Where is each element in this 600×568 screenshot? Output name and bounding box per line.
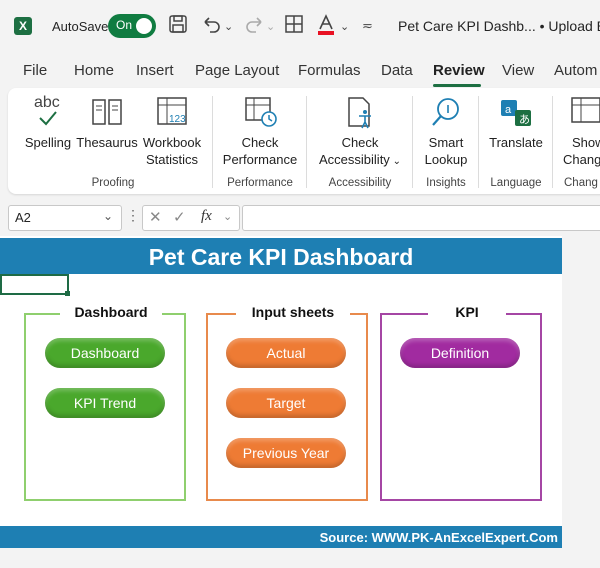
tab-automate[interactable]: Autom — [554, 62, 597, 79]
undo-icon[interactable] — [200, 14, 222, 39]
selected-cell[interactable] — [0, 274, 70, 296]
source-text: Source: WWW.PK-AnExcelExpert.Com — [319, 530, 558, 545]
dashboard-section-title: Dashboard — [60, 304, 162, 320]
group-label-changes: Chang — [564, 177, 598, 189]
font-color-icon[interactable] — [316, 14, 336, 41]
tab-data[interactable]: Data — [381, 62, 413, 79]
ribbon-separator — [212, 96, 213, 188]
sheet-margin — [0, 548, 600, 568]
ribbon-separator — [412, 96, 413, 188]
sheet-margin — [562, 236, 600, 568]
group-label-proofing: Proofing — [91, 177, 135, 189]
customize-toolbar-icon[interactable]: ≂ — [362, 18, 373, 34]
more-options-icon[interactable]: ⋮ — [126, 207, 140, 224]
active-tab-indicator — [433, 84, 481, 87]
formula-input[interactable] — [242, 205, 600, 231]
fx-dropdown-icon[interactable]: ⌄ — [223, 210, 232, 223]
ribbon-separator — [478, 96, 479, 188]
toggle-state-label: On — [116, 18, 133, 32]
kpi-section-title: KPI — [428, 304, 506, 320]
svg-text:あ: あ — [519, 113, 530, 126]
tab-view[interactable]: View — [502, 62, 534, 79]
dashboard-nav-button[interactable]: Dashboard — [45, 338, 165, 368]
formula-buttons: ✕ ✓ fx ⌄ — [142, 205, 240, 231]
tab-home[interactable]: Home — [74, 62, 114, 79]
accessibility-dropdown-icon: ⌄ — [389, 156, 401, 167]
redo-dropdown-icon[interactable]: ⌄ — [266, 20, 275, 33]
save-icon[interactable] — [168, 14, 188, 39]
spelling-icon: abc — [28, 94, 68, 128]
fill-handle[interactable] — [65, 291, 70, 296]
input-sheets-section-title: Input sheets — [236, 304, 350, 320]
previous-year-nav-button[interactable]: Previous Year — [226, 438, 346, 468]
smart-lookup-icon — [420, 96, 472, 128]
borders-icon[interactable] — [284, 14, 304, 39]
definition-nav-button[interactable]: Definition — [400, 338, 520, 368]
thesaurus-icon — [76, 96, 138, 128]
insert-function-icon[interactable]: fx — [201, 208, 212, 225]
tab-file[interactable]: File — [23, 62, 47, 79]
translate-icon: aあ — [484, 96, 548, 128]
font-color-dropdown-icon[interactable]: ⌄ — [340, 20, 349, 33]
autosave-label: AutoSave — [52, 19, 109, 34]
check-performance-icon — [220, 96, 300, 128]
tab-page-layout[interactable]: Page Layout — [195, 62, 279, 79]
spelling-button[interactable]: abc Spelling — [22, 94, 74, 151]
check-accessibility-icon — [316, 96, 404, 129]
svg-text:a: a — [505, 104, 512, 116]
check-performance-button[interactable]: Check Performance — [220, 96, 300, 168]
document-title: Pet Care KPI Dashb... • Upload Bl — [398, 18, 600, 34]
thesaurus-button[interactable]: Thesaurus — [76, 96, 138, 151]
group-label-accessibility: Accessibility — [328, 177, 392, 189]
excel-logo-icon: X — [14, 17, 32, 35]
target-nav-button[interactable]: Target — [226, 388, 346, 418]
page-title: Pet Care KPI Dashboard — [148, 244, 414, 270]
svg-text:123: 123 — [169, 114, 186, 125]
smart-lookup-button[interactable]: Smart Lookup — [420, 96, 472, 168]
workbook-statistics-button[interactable]: 123 Workbook Statistics — [140, 96, 204, 168]
tab-formulas[interactable]: Formulas — [298, 62, 361, 79]
cancel-icon[interactable]: ✕ — [149, 208, 162, 226]
tab-review[interactable]: Review — [433, 62, 485, 79]
check-accessibility-button[interactable]: Check Accessibility ⌄ — [316, 96, 404, 170]
tab-insert[interactable]: Insert — [136, 62, 174, 79]
group-label-performance: Performance — [227, 177, 293, 189]
show-changes-button[interactable]: Show Chang — [560, 96, 600, 168]
name-box-dropdown-icon[interactable]: ⌄ — [103, 209, 113, 223]
workbook-statistics-icon: 123 — [140, 96, 204, 128]
enter-icon[interactable]: ✓ — [173, 208, 186, 226]
ribbon-separator — [306, 96, 307, 188]
show-changes-icon — [570, 96, 600, 128]
autosave-toggle[interactable]: On — [108, 14, 156, 38]
kpi-trend-nav-button[interactable]: KPI Trend — [45, 388, 165, 418]
redo-icon[interactable] — [244, 14, 266, 39]
undo-dropdown-icon[interactable]: ⌄ — [224, 20, 233, 33]
actual-nav-button[interactable]: Actual — [226, 338, 346, 368]
toggle-knob — [136, 18, 152, 34]
group-label-language: Language — [490, 177, 542, 189]
group-label-insights: Insights — [426, 177, 466, 189]
translate-button[interactable]: aあ Translate — [484, 96, 548, 151]
name-box[interactable]: A2 ⌄ — [8, 205, 122, 231]
ribbon-separator — [552, 96, 553, 188]
